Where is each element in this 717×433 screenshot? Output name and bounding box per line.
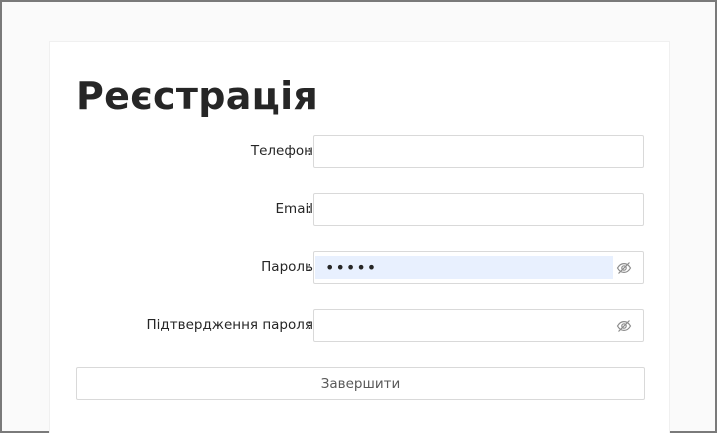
phone-label-colon: : — [307, 143, 312, 159]
email-input[interactable] — [314, 194, 643, 225]
email-row: Email : — [50, 193, 671, 226]
password-label: Пароль — [261, 259, 313, 275]
confirm-password-row: Підтвердження пароля : — [50, 309, 671, 342]
password-input[interactable] — [315, 256, 613, 279]
submit-button[interactable]: Завершити — [76, 367, 645, 400]
email-field-box — [313, 193, 644, 226]
password-row: Пароль : — [50, 251, 671, 284]
email-label-colon: : — [307, 201, 312, 217]
password-label-colon: : — [307, 259, 312, 275]
registration-card: Реєстрація Телефон : Email : Пароль : ••… — [49, 41, 670, 433]
phone-label: Телефон — [250, 143, 313, 159]
eye-invisible-icon[interactable] — [616, 260, 632, 276]
confirm-password-input[interactable] — [314, 310, 614, 341]
window-frame: Реєстрація Телефон : Email : Пароль : ••… — [0, 0, 717, 433]
phone-field-box — [313, 135, 644, 168]
confirm-password-label-colon: : — [307, 317, 312, 333]
password-field-box — [313, 251, 644, 284]
confirm-password-field-box — [313, 309, 644, 342]
phone-input[interactable] — [314, 136, 643, 167]
eye-invisible-icon[interactable] — [616, 318, 632, 334]
page-title: Реєстрація — [76, 74, 319, 118]
confirm-password-label: Підтвердження пароля — [146, 317, 313, 333]
phone-row: Телефон : — [50, 135, 671, 168]
